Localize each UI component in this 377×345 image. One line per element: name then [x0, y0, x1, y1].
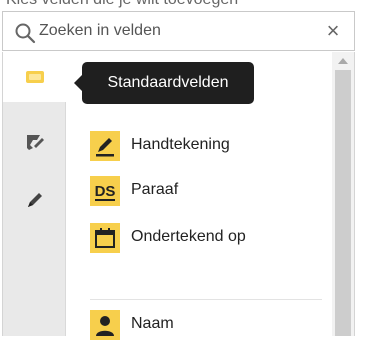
tooltip: Standaardvelden [74, 62, 254, 104]
tool-icon [27, 135, 44, 150]
field-label: Ondertekend op [131, 228, 246, 245]
partial-header-text: Kies velden die je wilt toevoegen [0, 0, 377, 8]
rectangle-icon [26, 71, 44, 83]
rail-tab-signature-tools[interactable] [3, 118, 65, 168]
close-icon[interactable]: × [322, 20, 344, 42]
svg-text:DS: DS [95, 183, 116, 200]
scroll-up-arrow-icon[interactable] [338, 58, 348, 64]
pen-icon [28, 193, 42, 207]
field-item-handtekening[interactable]: Handtekening [90, 129, 310, 163]
field-item-ondertekend-op[interactable]: Ondertekend op [90, 221, 310, 255]
scrollbar[interactable] [332, 52, 354, 336]
divider [90, 299, 322, 300]
search-box[interactable]: × [2, 11, 355, 51]
search-input[interactable] [39, 18, 309, 44]
rail-tab-edit-tools[interactable] [3, 176, 65, 226]
scrollbar-thumb[interactable] [335, 70, 351, 336]
rail-tab-standard-fields[interactable] [3, 52, 66, 102]
field-label: Paraaf [131, 181, 179, 198]
search-icon [15, 23, 36, 44]
signature-pen-icon [90, 131, 120, 161]
field-label: Handtekening [131, 136, 230, 153]
calendar-icon [90, 223, 120, 253]
category-rail [3, 52, 66, 336]
initials-ds-icon: DS [90, 176, 120, 206]
tooltip-text: Standaardvelden [107, 74, 229, 91]
field-label: Naam [131, 315, 174, 332]
field-item-paraaf[interactable]: DS Paraaf [90, 174, 310, 208]
field-item-naam[interactable]: Naam [90, 308, 310, 342]
